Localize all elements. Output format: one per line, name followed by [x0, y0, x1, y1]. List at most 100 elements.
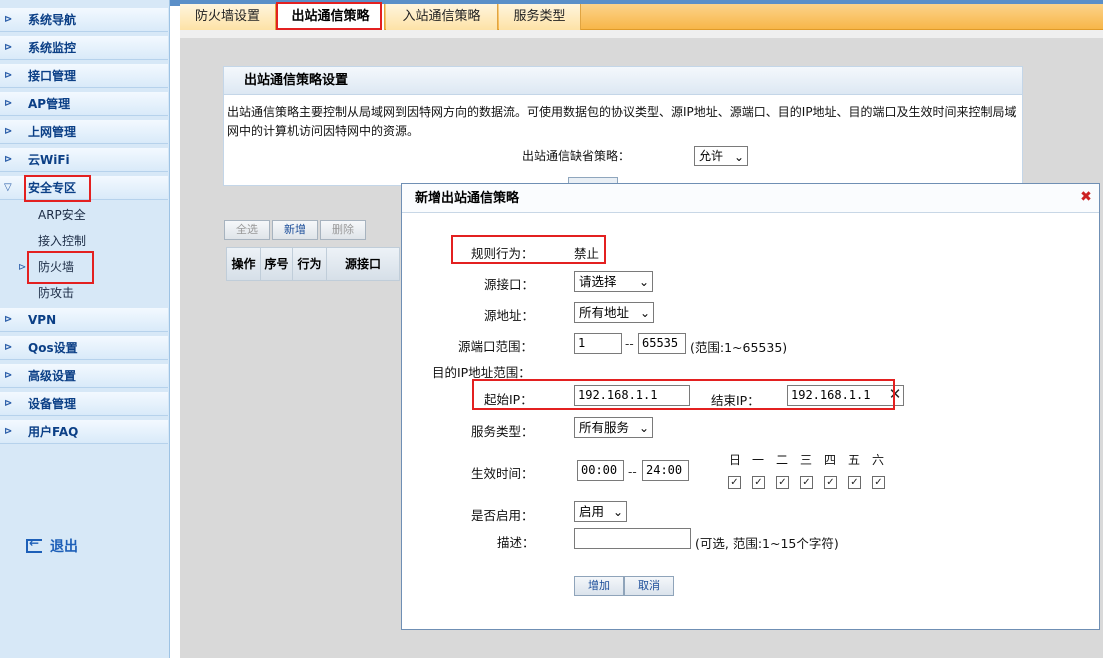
tab-firewall-settings[interactable]: 防火墙设置 [180, 4, 276, 30]
day-label-mon: 一 [752, 453, 765, 467]
enabled-value: 启用 [579, 504, 605, 519]
sidebar-item-internet[interactable]: ⊳ 上网管理 [0, 120, 168, 144]
expand-arrow-icon: ⊳ [4, 154, 13, 165]
default-policy-label: 出站通信缺省策略： [522, 149, 631, 163]
chevron-down-icon: ⌄ [733, 150, 744, 164]
expand-arrow-icon: ⊳ [4, 370, 13, 381]
default-policy-value: 允许 [699, 149, 724, 163]
sidebar-item-interface[interactable]: ⊳ 接口管理 [0, 64, 168, 88]
enabled-label: 是否启用： [471, 508, 534, 523]
sidebar-subitem-arp[interactable]: ARP安全 [38, 206, 86, 224]
expand-arrow-icon: ⊳ [4, 398, 13, 409]
select-all-button[interactable]: 全选 [224, 220, 270, 240]
src-interface-value: 请选择 [579, 274, 617, 289]
chevron-down-icon: ⌄ [638, 275, 649, 289]
chevron-down-icon: ⌄ [639, 306, 650, 320]
list-toolbar: 全选 新增 删除 [224, 220, 366, 240]
sidebar-item-label: 系统导航 [28, 13, 77, 27]
panel-description: 出站通信策略主要控制从局域网到因特网方向的数据流。可使用数据包的协议类型、源IP… [227, 105, 1017, 138]
day-label-tue: 二 [776, 453, 789, 467]
src-interface-label: 源接口： [484, 277, 535, 292]
expand-arrow-icon: ⊳ [4, 314, 13, 325]
sidebar-item-advanced[interactable]: ⊳ 高级设置 [0, 364, 168, 388]
service-type-select[interactable]: 所有服务 ⌄ [574, 417, 653, 438]
src-address-label: 源地址： [484, 308, 535, 323]
tab-service-type[interactable]: 服务类型 [499, 4, 581, 30]
chevron-down-icon: ⌄ [612, 505, 623, 519]
sidebar-item-qos[interactable]: ⊳ Qos设置 [0, 336, 168, 360]
expand-arrow-icon: ⊳ [4, 42, 13, 53]
expand-arrow-icon: ⊳ [4, 98, 13, 109]
src-interface-select[interactable]: 请选择 ⌄ [574, 271, 653, 292]
highlight-outbound-tab [276, 2, 382, 30]
sidebar-item-label: 设备管理 [28, 397, 77, 411]
service-type-label: 服务类型： [471, 424, 534, 439]
src-address-select[interactable]: 所有地址 ⌄ [574, 302, 654, 323]
logout-button[interactable]: 退出 [26, 536, 78, 556]
logout-icon [26, 536, 42, 553]
current-arrow-icon: ⊳ [18, 262, 27, 273]
panel-title: 出站通信策略设置 [224, 67, 1022, 95]
sidebar-item-label: Qos设置 [28, 341, 78, 355]
time-start-input[interactable]: 00:00 [577, 460, 624, 481]
sidebar: ⊳ 系统导航 ⊳ 系统监控 ⊳ 接口管理 ⊳ AP管理 ⊳ 上网管理 ⊳ 云WiFi ▽ 安全… [0, 0, 170, 658]
day-checkbox-fri[interactable]: ✓ [848, 476, 861, 489]
day-label-sat: 六 [872, 453, 885, 467]
expand-arrow-icon: ⊳ [4, 342, 13, 353]
day-label-wed: 三 [800, 453, 813, 467]
sidebar-item-faq[interactable]: ⊳ 用户FAQ [0, 420, 168, 444]
sidebar-item-monitor[interactable]: ⊳ 系统监控 [0, 36, 168, 60]
policy-table-header: 操作 序号 行为 源接口 [226, 247, 400, 281]
src-port-hint: (范围:1~65535) [690, 340, 788, 355]
sidebar-item-label: AP管理 [28, 97, 71, 111]
effective-time-label: 生效时间： [471, 466, 534, 481]
add-policy-button[interactable]: 增加 [574, 576, 624, 596]
day-checkbox-wed[interactable]: ✓ [800, 476, 813, 489]
column-header: 序号 [261, 248, 293, 280]
sidebar-item-label: 用户FAQ [28, 425, 79, 439]
day-checkbox-mon[interactable]: ✓ [752, 476, 765, 489]
day-checkbox-sun[interactable]: ✓ [728, 476, 741, 489]
src-address-value: 所有地址 [579, 305, 630, 320]
day-checkbox-thu[interactable]: ✓ [824, 476, 837, 489]
day-label-fri: 五 [848, 453, 861, 467]
highlight-rule-action [451, 235, 606, 264]
cancel-button[interactable]: 取消 [624, 576, 674, 596]
time-end-input[interactable]: 24:00 [642, 460, 689, 481]
sidebar-item-label: 接口管理 [28, 69, 77, 83]
column-header: 行为 [293, 248, 327, 280]
sidebar-subitem-anti-attack[interactable]: 防攻击 [38, 284, 74, 302]
chevron-down-icon: ⌄ [638, 421, 649, 435]
sidebar-item-label: 系统监控 [28, 41, 77, 55]
logout-label: 退出 [50, 539, 78, 555]
sidebar-item-label: VPN [28, 313, 57, 327]
day-checkbox-tue[interactable]: ✓ [776, 476, 789, 489]
default-policy-select[interactable]: 允许 ⌄ [694, 146, 748, 166]
sidebar-item-nav[interactable]: ⊳ 系统导航 [0, 8, 168, 32]
sidebar-item-vpn[interactable]: ⊳ VPN [0, 308, 168, 332]
day-label-thu: 四 [824, 453, 837, 467]
description-label: 描述： [497, 535, 535, 550]
dialog-title: 新增出站通信策略 [402, 184, 1099, 213]
day-checkbox-sat[interactable]: ✓ [872, 476, 885, 489]
tab-inbound-policy[interactable]: 入站通信策略 [386, 4, 498, 30]
column-header: 操作 [227, 248, 261, 280]
src-port-end-input[interactable]: 65535 [638, 333, 686, 354]
sidebar-item-device[interactable]: ⊳ 设备管理 [0, 392, 168, 416]
highlight-security [24, 175, 91, 202]
app-root: ⊳ 系统导航 ⊳ 系统监控 ⊳ 接口管理 ⊳ AP管理 ⊳ 上网管理 ⊳ 云WiFi ▽ 安全… [0, 0, 1103, 658]
expand-arrow-icon: ⊳ [4, 426, 13, 437]
close-icon[interactable]: ✖ [1079, 190, 1093, 204]
sidebar-item-cloudwifi[interactable]: ⊳ 云WiFi [0, 148, 168, 172]
day-label-sun: 日 [729, 453, 742, 467]
description-input[interactable] [574, 528, 691, 549]
add-button[interactable]: 新增 [272, 220, 318, 240]
sidebar-item-label: 云WiFi [28, 153, 70, 167]
delete-button[interactable]: 删除 [320, 220, 366, 240]
column-header: 源接口 [344, 257, 381, 271]
sidebar-subitem-access-control[interactable]: 接入控制 [38, 232, 86, 250]
enabled-select[interactable]: 启用 ⌄ [574, 501, 627, 522]
highlight-ip-range [472, 379, 895, 410]
sidebar-item-ap[interactable]: ⊳ AP管理 [0, 92, 168, 116]
src-port-start-input[interactable]: 1 [574, 333, 622, 354]
